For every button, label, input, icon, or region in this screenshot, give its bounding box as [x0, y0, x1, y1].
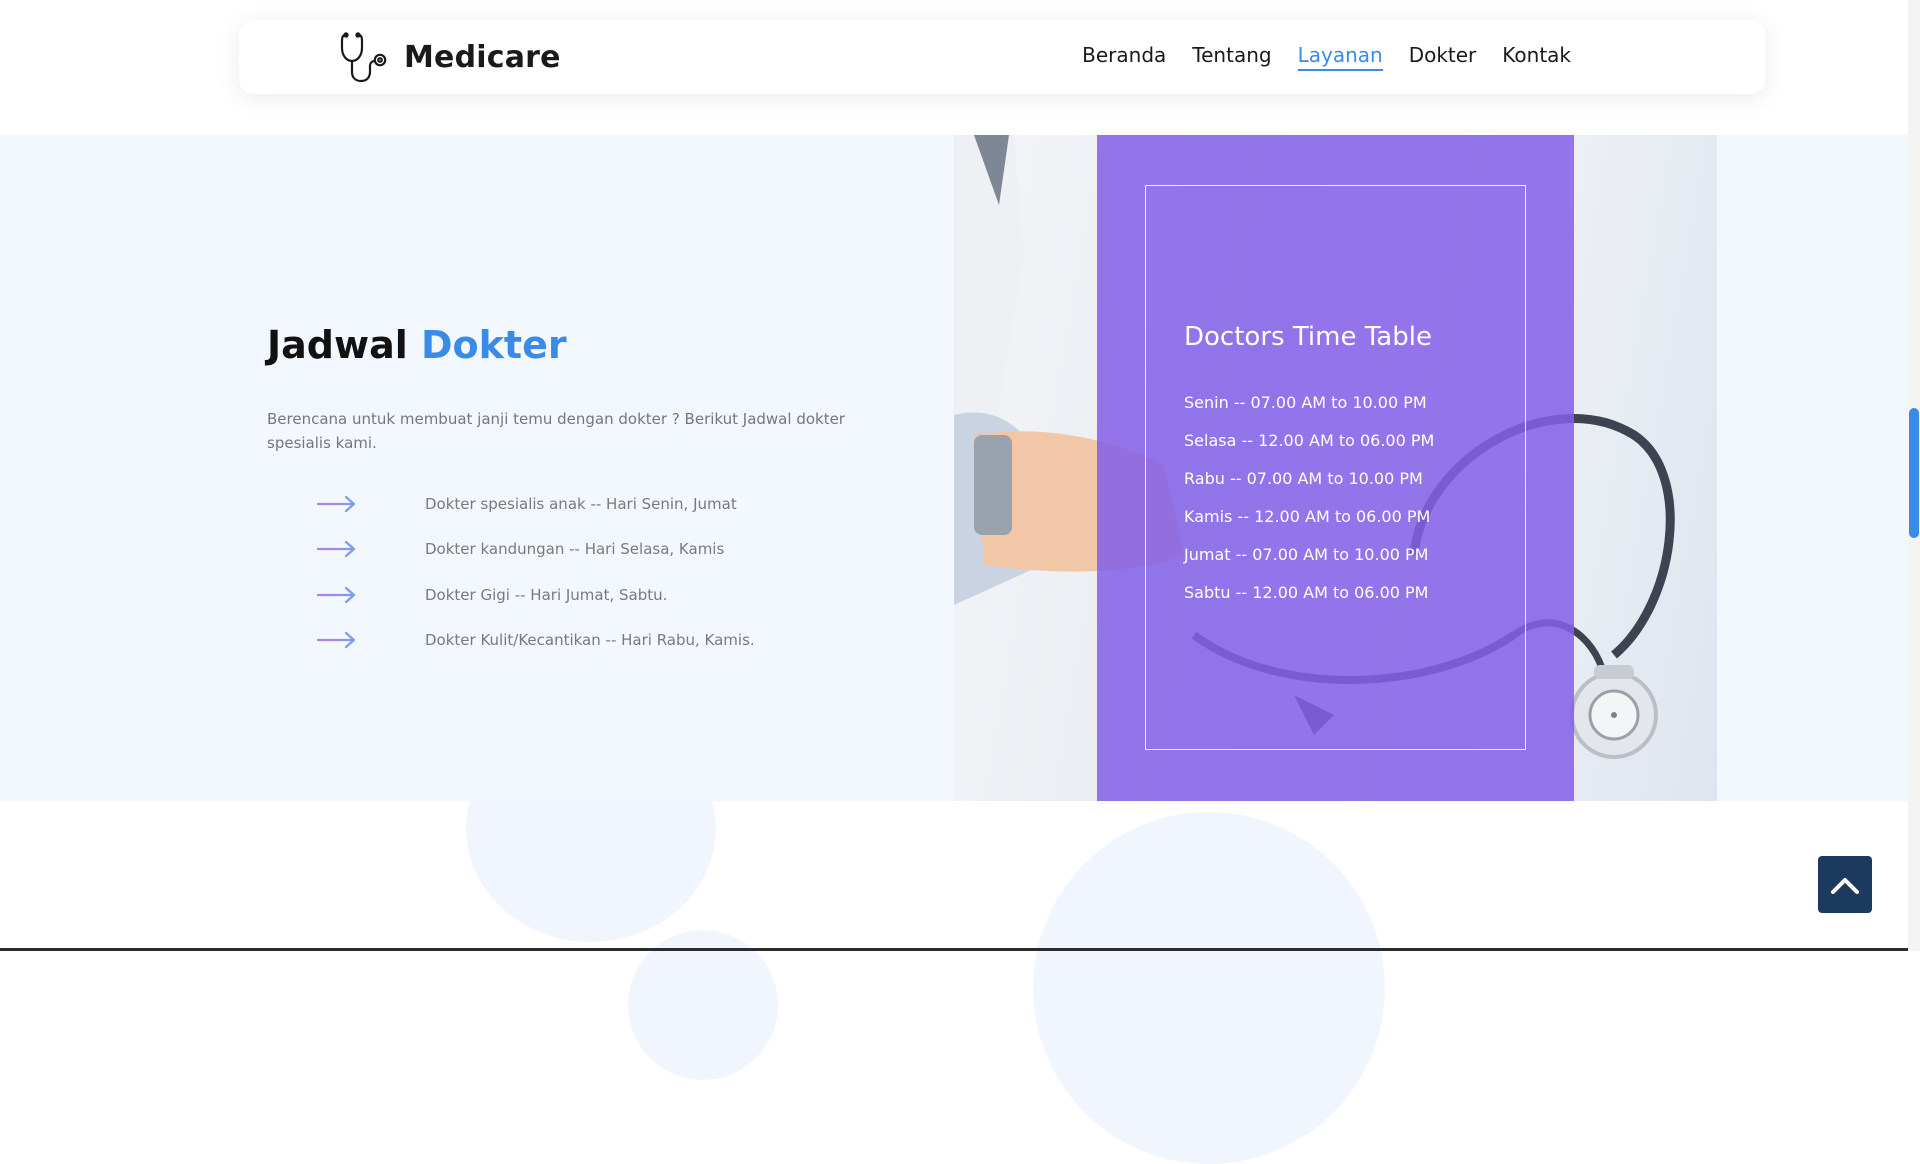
- decorative-circle: [628, 930, 778, 1080]
- decorative-circle: [1033, 812, 1385, 1164]
- nav-link-kontak[interactable]: Kontak: [1502, 43, 1571, 71]
- navbar: Medicare Beranda Tentang Layanan Dokter …: [239, 20, 1765, 94]
- section-title-plain: Jadwal: [267, 323, 408, 367]
- list-item: Dokter kandungan -- Hari Selasa, Kamis: [317, 526, 877, 572]
- timetable-row: Senin -- 07.00 AM to 10.00 PM: [1184, 393, 1427, 412]
- arrow-right-icon: [317, 540, 357, 558]
- section-description: Berencana untuk membuat janji temu denga…: [267, 409, 845, 452]
- timetable-card: Doctors Time Table Senin -- 07.00 AM to …: [1097, 135, 1574, 801]
- section-title: Jadwal Dokter: [267, 323, 877, 367]
- stethoscope-icon: [337, 30, 391, 84]
- doctor-schedule-text: Dokter Kulit/Kecantikan -- Hari Rabu, Ka…: [425, 631, 755, 650]
- timetable-row: Kamis -- 12.00 AM to 06.00 PM: [1184, 507, 1431, 526]
- doctor-schedule-text: Dokter kandungan -- Hari Selasa, Kamis: [425, 540, 725, 559]
- nav-link-beranda[interactable]: Beranda: [1082, 43, 1166, 71]
- main-nav: Beranda Tentang Layanan Dokter Kontak: [1082, 20, 1571, 94]
- doctor-schedule-text: Dokter Gigi -- Hari Jumat, Sabtu.: [425, 585, 668, 604]
- timetable-title: Doctors Time Table: [1184, 322, 1432, 352]
- timetable-frame: Doctors Time Table Senin -- 07.00 AM to …: [1145, 185, 1526, 750]
- nav-link-dokter[interactable]: Dokter: [1409, 43, 1477, 71]
- doctor-schedule-text: Dokter spesialis anak -- Hari Senin, Jum…: [425, 494, 737, 513]
- arrow-right-icon: [317, 631, 357, 649]
- timetable-row: Sabtu -- 12.00 AM to 06.00 PM: [1184, 583, 1429, 602]
- arrow-right-icon: [317, 586, 357, 604]
- nav-link-layanan[interactable]: Layanan: [1297, 43, 1383, 71]
- arrow-right-icon: [317, 495, 357, 513]
- timetable-list: Senin -- 07.00 AM to 10.00 PM Selasa -- …: [1184, 393, 1434, 621]
- brand-name: Medicare: [404, 39, 561, 75]
- list-item: Dokter Kulit/Kecantikan -- Hari Rabu, Ka…: [317, 617, 877, 663]
- doctor-list: Dokter spesialis anak -- Hari Senin, Jum…: [317, 481, 877, 663]
- back-to-top-button[interactable]: [1818, 856, 1872, 913]
- chevron-up-icon: [1830, 875, 1860, 895]
- list-item: Dokter spesialis anak -- Hari Senin, Jum…: [317, 481, 877, 527]
- scrollbar-thumb[interactable]: [1909, 408, 1919, 538]
- list-item: Dokter Gigi -- Hari Jumat, Sabtu.: [317, 572, 877, 618]
- timetable-row: Rabu -- 07.00 AM to 10.00 PM: [1184, 469, 1423, 488]
- doctor-schedule-section: Jadwal Dokter Berencana untuk membuat ja…: [0, 135, 1908, 801]
- doctor-photo: Doctors Time Table Senin -- 07.00 AM to …: [954, 135, 1717, 801]
- section-title-accent: Dokter: [421, 323, 567, 367]
- timetable-row: Jumat -- 07.00 AM to 10.00 PM: [1184, 545, 1429, 564]
- nav-link-tentang[interactable]: Tentang: [1192, 43, 1271, 71]
- brand-logo-link[interactable]: Medicare: [337, 29, 561, 85]
- timetable-row: Selasa -- 12.00 AM to 06.00 PM: [1184, 431, 1435, 450]
- schedule-intro: Jadwal Dokter Berencana untuk membuat ja…: [267, 323, 877, 663]
